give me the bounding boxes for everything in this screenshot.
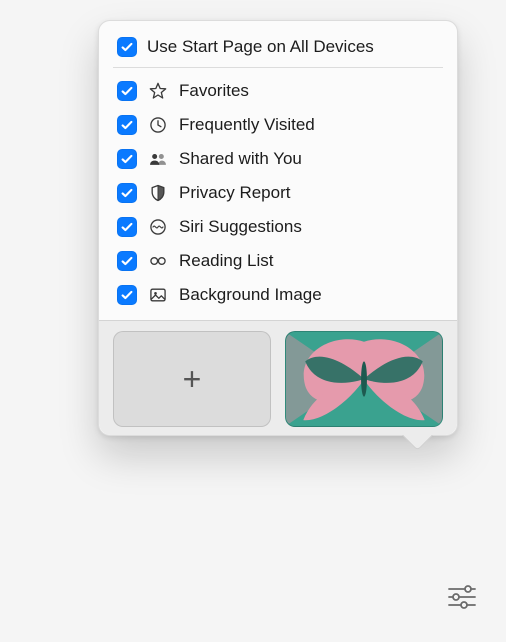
- option-reading-list[interactable]: Reading List: [99, 244, 457, 278]
- option-label: Frequently Visited: [179, 115, 439, 135]
- checkbox-frequently-visited[interactable]: [117, 115, 137, 135]
- option-frequently-visited[interactable]: Frequently Visited: [99, 108, 457, 142]
- checkbox-shared-with-you[interactable]: [117, 149, 137, 169]
- option-label: Favorites: [179, 81, 439, 101]
- option-label: Use Start Page on All Devices: [147, 37, 439, 57]
- add-background-tile[interactable]: +: [113, 331, 271, 427]
- customize-start-page-button[interactable]: [442, 580, 482, 614]
- checkmark-icon: [120, 186, 134, 200]
- people-icon: [147, 148, 169, 170]
- background-image-picker: +: [99, 320, 457, 435]
- checkbox-favorites[interactable]: [117, 81, 137, 101]
- siri-icon: [147, 216, 169, 238]
- option-label: Reading List: [179, 251, 439, 271]
- divider: [113, 67, 443, 68]
- option-label: Background Image: [179, 285, 439, 305]
- option-use-on-all-devices[interactable]: Use Start Page on All Devices: [99, 31, 457, 67]
- checkmark-icon: [120, 220, 134, 234]
- checkmark-icon: [120, 118, 134, 132]
- option-privacy-report[interactable]: Privacy Report: [99, 176, 457, 210]
- image-icon: [147, 284, 169, 306]
- option-label: Siri Suggestions: [179, 217, 439, 237]
- option-shared-with-you[interactable]: Shared with You: [99, 142, 457, 176]
- star-icon: [147, 80, 169, 102]
- checkbox-reading-list[interactable]: [117, 251, 137, 271]
- checkmark-icon: [120, 288, 134, 302]
- option-background-image[interactable]: Background Image: [99, 278, 457, 312]
- glasses-icon: [147, 250, 169, 272]
- shield-icon: [147, 182, 169, 204]
- checkmark-icon: [120, 84, 134, 98]
- option-siri-suggestions[interactable]: Siri Suggestions: [99, 210, 457, 244]
- clock-icon: [147, 114, 169, 136]
- option-favorites[interactable]: Favorites: [99, 74, 457, 108]
- checkmark-icon: [120, 40, 134, 54]
- plus-icon: +: [183, 363, 202, 395]
- option-label: Privacy Report: [179, 183, 439, 203]
- checkmark-icon: [120, 152, 134, 166]
- checkbox-privacy-report[interactable]: [117, 183, 137, 203]
- butterfly-thumbnail: [286, 332, 442, 426]
- checkmark-icon: [120, 254, 134, 268]
- checkbox-background-image[interactable]: [117, 285, 137, 305]
- start-page-customize-popover: Use Start Page on All Devices Favorites …: [98, 20, 458, 436]
- checkbox-siri-suggestions[interactable]: [117, 217, 137, 237]
- background-preset-butterfly[interactable]: [285, 331, 443, 427]
- checkbox-use-on-all-devices[interactable]: [117, 37, 137, 57]
- sliders-icon: [447, 584, 477, 610]
- option-label: Shared with You: [179, 149, 439, 169]
